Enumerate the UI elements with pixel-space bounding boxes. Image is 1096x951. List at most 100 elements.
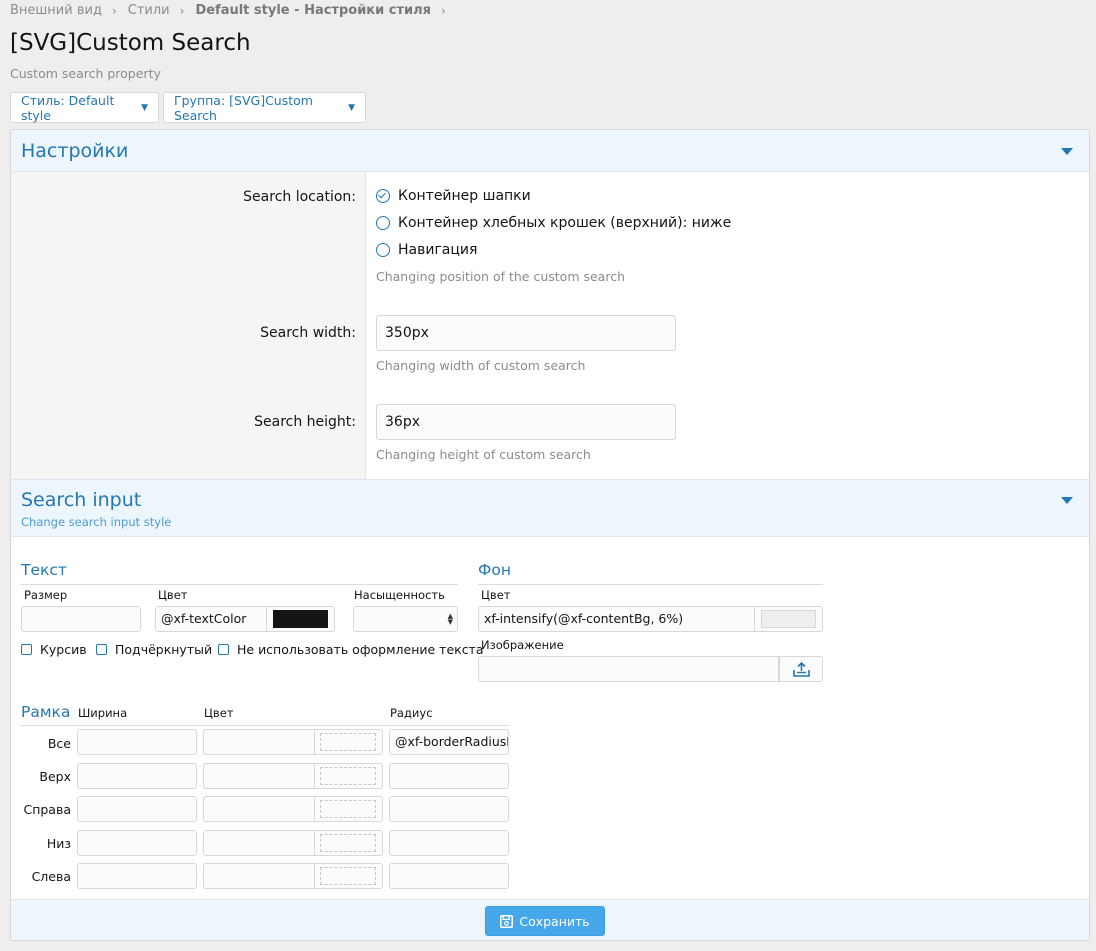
group-menu-label: Группа: [SVG]Custom Search <box>174 92 313 123</box>
breadcrumb-item-styles[interactable]: Стили <box>128 3 170 18</box>
collapse-toggle-icon[interactable] <box>1061 148 1073 155</box>
border-width-input[interactable] <box>77 796 197 822</box>
group-menu-button[interactable]: Группа: [SVG]Custom Search ▼ <box>163 92 366 123</box>
text-color-picker[interactable]: @xf-textColor <box>155 606 335 632</box>
color-swatch[interactable] <box>320 800 376 818</box>
color-swatch[interactable] <box>320 867 376 885</box>
save-icon <box>500 914 514 928</box>
italic-label: Курсив <box>40 642 87 657</box>
color-swatch[interactable] <box>273 610 328 628</box>
border-row-label: Справа <box>23 802 71 817</box>
search-input-header-subtitle: Change search input style <box>21 515 172 529</box>
border-width-input[interactable] <box>77 729 197 755</box>
border-row-label: Слева <box>31 869 71 884</box>
radio-option-header[interactable]: Контейнер шапки <box>376 188 531 204</box>
border-row-label: Низ <box>46 836 71 851</box>
border-width-input[interactable] <box>77 830 197 856</box>
caret-down-icon: ▼ <box>141 102 148 113</box>
border-color-picker[interactable] <box>203 729 383 755</box>
radio-option-label: Навигация <box>398 242 478 258</box>
color-swatch[interactable] <box>320 834 376 852</box>
font-weight-select[interactable]: ▲ ▼ <box>353 606 458 632</box>
search-input-header-title: Search input <box>21 489 142 511</box>
collapse-toggle-icon[interactable] <box>1061 497 1073 504</box>
border-radius-input[interactable] <box>389 796 509 822</box>
font-size-input[interactable] <box>21 606 141 632</box>
save-button[interactable]: Сохранить <box>485 906 605 936</box>
border-color-input[interactable] <box>203 729 315 755</box>
search-input-header[interactable]: Search input Change search input style <box>11 479 1089 537</box>
background-image-input[interactable] <box>478 656 779 682</box>
style-menu-button[interactable]: Стиль: Default style ▼ <box>10 92 159 123</box>
font-size-label: Размер <box>24 588 68 602</box>
upload-icon[interactable] <box>779 657 822 681</box>
radio-option-label: Контейнер хлебных крошек (верхний): ниже <box>398 215 732 231</box>
settings-header[interactable]: Настройки <box>11 130 1089 172</box>
radio-option-navigation[interactable]: Навигация <box>376 242 477 258</box>
search-height-explain: Changing height of custom search <box>376 447 591 462</box>
checkbox-icon[interactable] <box>21 644 32 655</box>
search-height-input[interactable]: 36px <box>376 404 676 440</box>
border-color-picker[interactable] <box>203 830 383 856</box>
form-footer: Сохранить <box>11 899 1089 940</box>
border-width-input[interactable] <box>77 863 197 889</box>
color-swatch[interactable] <box>320 767 376 785</box>
search-width-label: Search width: <box>260 325 356 341</box>
border-radius-input[interactable] <box>389 830 509 856</box>
settings-header-title: Настройки <box>21 140 129 162</box>
border-row-label: Верх <box>39 769 71 784</box>
border-color-picker[interactable] <box>203 763 383 789</box>
border-color-picker[interactable] <box>203 863 383 889</box>
no-decoration-label: Не использовать оформление текста <box>237 642 484 657</box>
background-color-label: Цвет <box>481 588 511 602</box>
font-weight-label: Насыщенность <box>354 588 445 602</box>
divider <box>21 725 510 726</box>
chevron-right-icon: › <box>179 3 185 18</box>
radio-icon[interactable] <box>376 216 390 230</box>
chevron-right-icon: › <box>441 3 446 18</box>
no-decoration-checkbox-row[interactable]: Не использовать оформление текста <box>218 642 484 657</box>
text-color-input[interactable]: @xf-textColor <box>155 606 267 632</box>
border-color-picker[interactable] <box>203 796 383 822</box>
divider <box>478 584 823 585</box>
border-radius-input[interactable]: @xf-borderRadiusM <box>389 729 509 755</box>
search-location-explain: Changing position of the custom search <box>376 269 625 284</box>
border-color-label: Цвет <box>204 706 234 720</box>
border-row-label: Все <box>47 736 71 751</box>
border-radius-input[interactable] <box>389 763 509 789</box>
text-section-title: Текст <box>21 561 67 579</box>
chevron-right-icon: › <box>111 3 117 18</box>
color-swatch[interactable] <box>320 733 376 751</box>
border-radius-input[interactable] <box>389 863 509 889</box>
style-menu-label: Стиль: Default style <box>21 92 115 123</box>
background-color-picker[interactable]: xf-intensify(@xf-contentBg, 6%) <box>478 606 823 632</box>
underline-checkbox-row[interactable]: Подчёркнутый <box>96 642 212 657</box>
radio-icon[interactable] <box>376 243 390 257</box>
page-title: [SVG]Custom Search <box>10 30 251 56</box>
color-swatch[interactable] <box>761 610 816 628</box>
italic-checkbox-row[interactable]: Курсив <box>21 642 87 657</box>
border-color-input[interactable] <box>203 796 315 822</box>
search-height-label: Search height: <box>254 414 356 430</box>
underline-label: Подчёркнутый <box>115 642 213 657</box>
radio-option-breadcrumb[interactable]: Контейнер хлебных крошек (верхний): ниже <box>376 215 731 231</box>
border-color-input[interactable] <box>203 763 315 789</box>
radio-checked-icon[interactable] <box>376 189 390 203</box>
breadcrumb-item-style-properties[interactable]: Default style - Настройки стиля <box>195 3 431 18</box>
border-color-input[interactable] <box>203 830 315 856</box>
border-color-input[interactable] <box>203 863 315 889</box>
save-button-label: Сохранить <box>519 913 590 929</box>
search-width-input[interactable]: 350px <box>376 315 676 351</box>
select-arrows-icon: ▲ ▼ <box>447 612 453 626</box>
breadcrumb: Внешний вид › Стили › Default style - На… <box>10 3 457 18</box>
border-width-input[interactable] <box>77 763 197 789</box>
breadcrumb-item-appearance[interactable]: Внешний вид <box>10 3 102 18</box>
background-image-field[interactable] <box>478 656 823 682</box>
background-color-input[interactable]: xf-intensify(@xf-contentBg, 6%) <box>478 606 755 632</box>
background-section-title: Фон <box>478 561 511 579</box>
page-description: Custom search property <box>10 66 161 81</box>
checkbox-icon[interactable] <box>96 644 107 655</box>
style-properties-form: Настройки Search location: Контейнер шап… <box>10 129 1090 941</box>
checkbox-icon[interactable] <box>218 644 229 655</box>
caret-down-icon: ▼ <box>348 102 355 113</box>
